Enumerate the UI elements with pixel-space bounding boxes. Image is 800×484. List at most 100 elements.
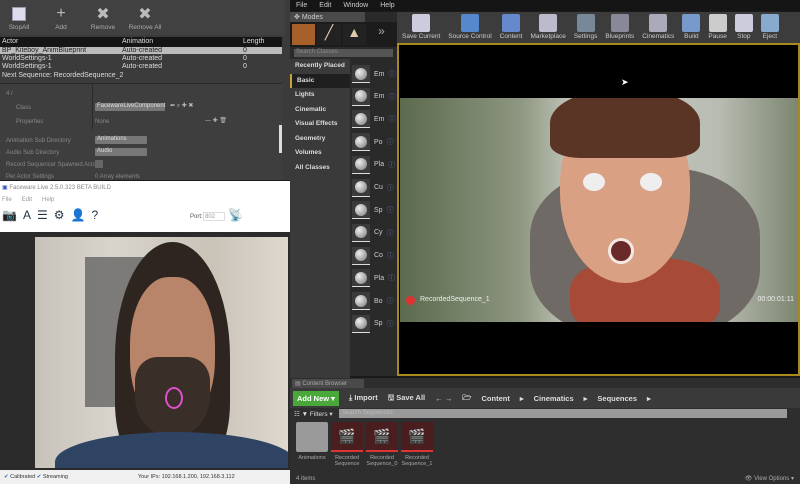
toolbar-button-source-control[interactable]: Source Control bbox=[445, 14, 494, 41]
record-spawned-checkbox[interactable] bbox=[95, 160, 103, 168]
placeable-item[interactable]: Em ⓘ bbox=[352, 109, 397, 129]
place-mode-icon[interactable] bbox=[292, 24, 316, 45]
menu-file[interactable]: File bbox=[2, 197, 12, 203]
add-button[interactable]: + Add bbox=[44, 4, 78, 31]
table-row[interactable]: BP_Kiteboy_AnimBlueprint Auto-created 0 bbox=[0, 47, 282, 54]
column-length[interactable]: Length bbox=[243, 38, 264, 45]
toolbar-button-content[interactable]: Content bbox=[497, 14, 526, 41]
breadcrumb-content[interactable]: Content bbox=[482, 394, 510, 403]
calibrate-icon[interactable]: A bbox=[23, 208, 31, 222]
modes-tab[interactable]: ✥ Modes bbox=[290, 12, 365, 22]
info-icon[interactable]: ⓘ bbox=[388, 160, 395, 170]
placeable-item[interactable]: Sp ⓘ bbox=[352, 314, 397, 334]
toolbar-button-eject[interactable]: Eject bbox=[758, 14, 782, 41]
placeable-item[interactable]: Co ⓘ bbox=[352, 246, 397, 266]
placeable-item[interactable]: Po ⓘ bbox=[352, 132, 397, 152]
anim-dir-input[interactable]: Animations bbox=[95, 136, 147, 144]
table-row[interactable]: WorldSettings-1 Auto-created 0 bbox=[0, 55, 282, 62]
placeable-item[interactable]: Em ⓘ bbox=[352, 87, 397, 107]
toolbar-button-stop[interactable]: Stop bbox=[732, 14, 756, 41]
content-browser-tab[interactable]: ▤ Content Browser bbox=[292, 379, 364, 388]
camera-icon[interactable]: 📷 bbox=[2, 208, 17, 222]
category-cinematic[interactable]: Cinematic bbox=[290, 102, 350, 117]
help-icon[interactable]: ? bbox=[91, 208, 98, 222]
settings-gears-icon[interactable]: ⚙ bbox=[54, 208, 65, 222]
info-icon[interactable]: ⓘ bbox=[389, 114, 396, 124]
port-input[interactable]: 802 bbox=[203, 212, 225, 221]
audio-dir-input[interactable]: Audio bbox=[95, 148, 147, 156]
properties-actions-icons[interactable]: — ✚ 🗑 bbox=[205, 117, 227, 124]
more-modes-icon[interactable]: » bbox=[368, 24, 395, 45]
toolbar-button-pause[interactable]: Pause bbox=[705, 14, 729, 41]
paint-mode-icon[interactable]: ╱ bbox=[317, 24, 341, 45]
stop-all-button[interactable]: StopAll bbox=[2, 4, 36, 31]
filters-button[interactable]: ☷ ▼ Filters ▾ bbox=[294, 410, 333, 418]
remove-icon: ✖ bbox=[96, 6, 110, 23]
breadcrumb-cinematics[interactable]: Cinematics bbox=[534, 394, 574, 403]
cell: Auto-created bbox=[122, 63, 163, 70]
info-icon[interactable]: ⓘ bbox=[387, 137, 394, 147]
breadcrumb-sequences[interactable]: Sequences bbox=[597, 394, 637, 403]
toolbar-button-save-current[interactable]: Save Current bbox=[399, 14, 443, 41]
column-actor[interactable]: Actor bbox=[2, 38, 18, 45]
import-icon: ⤓ bbox=[348, 393, 353, 402]
toolbar-button-blueprints[interactable]: Blueprints bbox=[602, 14, 637, 41]
remove-all-button[interactable]: ✖ Remove All bbox=[128, 4, 162, 31]
save-all-button[interactable]: 🖫 Save All bbox=[388, 392, 425, 405]
view-options-button[interactable]: 👁 View Options ▾ bbox=[745, 475, 794, 482]
class-dropdown[interactable]: FacewareLiveComponent bbox=[95, 103, 165, 111]
scrollbar[interactable] bbox=[279, 125, 282, 153]
sliders-icon[interactable]: ☰ bbox=[37, 208, 48, 222]
asset-recorded-sequence-0[interactable]: 🎬 Recorded Sequence_0 bbox=[365, 422, 399, 467]
placeable-item[interactable]: Em ⓘ bbox=[352, 64, 397, 84]
category-geometry[interactable]: Geometry bbox=[290, 131, 350, 146]
info-icon[interactable]: ⓘ bbox=[387, 205, 394, 215]
toolbar-button-build[interactable]: Build bbox=[679, 14, 703, 41]
toolbar-button-cinematics[interactable]: Cinematics bbox=[639, 14, 677, 41]
face-track-icon[interactable]: 👤 bbox=[71, 208, 86, 222]
remove-button[interactable]: ✖ Remove bbox=[86, 4, 120, 31]
column-animation[interactable]: Animation bbox=[122, 38, 153, 45]
info-icon[interactable]: ⓘ bbox=[387, 319, 394, 329]
placeable-item[interactable]: Pla ⓘ bbox=[352, 268, 397, 288]
asset-recorded-sequence[interactable]: 🎬 Recorded Sequence bbox=[330, 422, 364, 467]
menu-edit[interactable]: Edit bbox=[22, 197, 32, 203]
info-icon[interactable]: ⓘ bbox=[389, 92, 396, 102]
menu-help[interactable]: Help bbox=[380, 2, 394, 9]
category-all-classes[interactable]: All Classes bbox=[290, 160, 350, 381]
placeable-item[interactable]: Sp ⓘ bbox=[352, 200, 397, 220]
streaming-antenna-icon[interactable]: 📡 bbox=[228, 208, 243, 222]
info-icon[interactable]: ⓘ bbox=[387, 296, 394, 306]
placeable-item[interactable]: Cu ⓘ bbox=[352, 178, 397, 198]
info-icon[interactable]: ⓘ bbox=[387, 251, 394, 261]
toolbar-button-marketplace[interactable]: Marketplace bbox=[527, 14, 568, 41]
category-basic[interactable]: Basic bbox=[290, 73, 350, 88]
asset-recorded-sequence-1[interactable]: 🎬 Recorded Sequence_1 bbox=[400, 422, 434, 467]
placeable-item[interactable]: Cy ⓘ bbox=[352, 223, 397, 243]
asset-folder-animations[interactable]: Animations bbox=[295, 422, 329, 461]
info-icon[interactable]: ⓘ bbox=[388, 273, 395, 283]
info-icon[interactable]: ⓘ bbox=[387, 183, 394, 193]
menu-help[interactable]: Help bbox=[42, 197, 54, 203]
category-visual-effects[interactable]: Visual Effects bbox=[290, 117, 350, 132]
placeable-item[interactable]: Bo ⓘ bbox=[352, 291, 397, 311]
table-row[interactable]: WorldSettings-1 Auto-created 0 bbox=[0, 63, 282, 70]
category-recently-placed[interactable]: Recently Placed bbox=[290, 59, 350, 74]
landscape-mode-icon[interactable]: ▲ bbox=[342, 24, 366, 45]
back-forward-icons[interactable]: ← → bbox=[435, 394, 452, 403]
add-new-button[interactable]: Add New ▾ bbox=[293, 390, 339, 406]
info-icon[interactable]: ⓘ bbox=[387, 228, 394, 238]
category-lights[interactable]: Lights bbox=[290, 88, 350, 103]
menu-file[interactable]: File bbox=[296, 2, 307, 9]
toolbar-button-settings[interactable]: Settings bbox=[571, 14, 601, 41]
import-button[interactable]: ⤓ Import bbox=[349, 393, 378, 403]
category-volumes[interactable]: Volumes bbox=[290, 146, 350, 161]
menu-edit[interactable]: Edit bbox=[319, 2, 331, 9]
search-classes-input[interactable]: Search Classes bbox=[294, 49, 393, 57]
placeable-item[interactable]: Pla ⓘ bbox=[352, 155, 397, 175]
search-sequences-input[interactable]: Search Sequences bbox=[339, 409, 787, 418]
class-actions-icons[interactable]: ⬅ ⌕ ✚ ✖ bbox=[170, 102, 193, 110]
info-icon[interactable]: ⓘ bbox=[389, 69, 396, 79]
item-label: Sp bbox=[374, 320, 383, 328]
menu-window[interactable]: Window bbox=[343, 2, 368, 9]
